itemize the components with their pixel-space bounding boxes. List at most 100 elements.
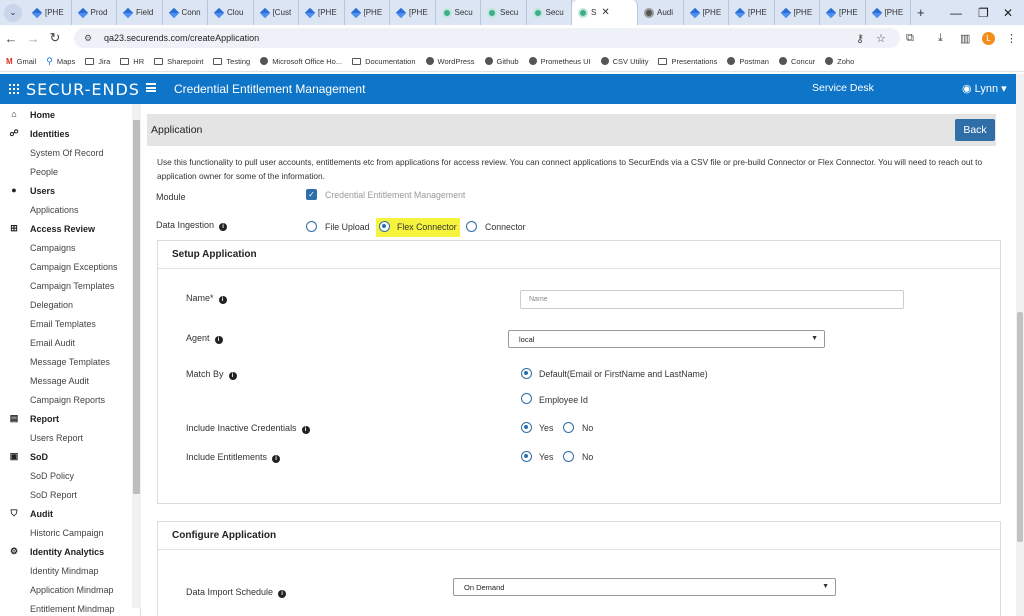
- inactive-no-radio[interactable]: [563, 422, 574, 433]
- module-checkbox[interactable]: ✓: [306, 189, 317, 200]
- sidebar-scroll-thumb[interactable]: [133, 120, 140, 494]
- browser-tab[interactable]: [PHE: [820, 0, 866, 25]
- info-icon[interactable]: i: [218, 296, 227, 304]
- inactive-yes-radio[interactable]: [521, 422, 532, 433]
- address-bar[interactable]: ⚙ qa23.securends.com/createApplication: [74, 28, 900, 48]
- browser-tab[interactable]: [PHE: [26, 0, 72, 25]
- back-arrow-icon[interactable]: ←: [0, 31, 22, 46]
- bookmark-item[interactable]: CSV Utility: [600, 57, 648, 66]
- bookmark-item[interactable]: Jira: [85, 57, 110, 66]
- browser-tab[interactable]: S ✕: [572, 0, 638, 25]
- match-default-radio[interactable]: [521, 368, 532, 379]
- connector-radio[interactable]: [466, 221, 477, 232]
- schedule-select[interactable]: On Demand ▼: [453, 578, 836, 596]
- sidebar-item-campaign-reports[interactable]: Campaign Reports: [0, 390, 140, 409]
- sidebar-item-system-of-record[interactable]: System Of Record: [0, 143, 140, 162]
- sidebar-item-applications[interactable]: Applications: [0, 200, 140, 219]
- bookmark-item[interactable]: Testing: [213, 57, 250, 66]
- browser-tab[interactable]: Field: [117, 0, 163, 25]
- browser-tab[interactable]: [PHE: [866, 0, 911, 25]
- info-icon[interactable]: i: [272, 455, 281, 463]
- sidebar-item-application-mindmap[interactable]: Application Mindmap: [0, 580, 140, 599]
- browser-tab[interactable]: Secu: [436, 0, 481, 25]
- browser-tab[interactable]: [Cust: [254, 0, 299, 25]
- browser-tab[interactable]: Prod: [72, 0, 117, 25]
- sidebar-item-identity-mindmap[interactable]: Identity Mindmap: [0, 561, 140, 580]
- side-panel-icon[interactable]: ▥: [960, 25, 970, 51]
- bookmark-item[interactable]: M Gmail: [6, 57, 36, 66]
- info-icon[interactable]: i: [214, 336, 223, 344]
- bookmark-item[interactable]: Presentations: [658, 57, 717, 66]
- browser-tab[interactable]: [PHE: [775, 0, 820, 25]
- browser-tab[interactable]: [PHE: [299, 0, 345, 25]
- sidebar-item-campaign-templates[interactable]: Campaign Templates: [0, 276, 140, 295]
- close-tab-icon[interactable]: ✕: [601, 7, 609, 18]
- agent-select[interactable]: local ▼: [508, 330, 825, 348]
- file-upload-radio[interactable]: [306, 221, 317, 232]
- browser-menu-icon[interactable]: ⋮: [1006, 25, 1017, 51]
- close-window-icon[interactable]: ✕: [1003, 0, 1013, 25]
- sidebar-item-message-templates[interactable]: Message Templates: [0, 352, 140, 371]
- browser-tab[interactable]: [PHE: [729, 0, 775, 25]
- browser-tab[interactable]: [PHE: [345, 0, 390, 25]
- sidebar-item-message-audit[interactable]: Message Audit: [0, 371, 140, 390]
- match-employee-id-radio[interactable]: [521, 393, 532, 404]
- new-tab-button[interactable]: +: [917, 5, 925, 20]
- bookmark-item[interactable]: Postman: [727, 57, 769, 66]
- sidebar-item-access-review[interactable]: ⊞ Access Review: [0, 219, 140, 238]
- sidebar-item-delegation[interactable]: Delegation: [0, 295, 140, 314]
- browser-tab[interactable]: Clou: [208, 0, 254, 25]
- sidebar-item-sod[interactable]: ▣ SoD: [0, 447, 140, 466]
- bookmark-item[interactable]: Sharepoint: [154, 57, 203, 66]
- user-menu[interactable]: ◉ Lynn ▾: [962, 82, 1007, 95]
- bookmark-item[interactable]: Microsoft Office Ho...: [260, 57, 342, 66]
- forward-arrow-icon[interactable]: →: [22, 31, 44, 46]
- flex-connector-radio[interactable]: [379, 221, 390, 232]
- reload-icon[interactable]: ↻: [44, 30, 66, 46]
- info-icon[interactable]: i: [219, 223, 228, 231]
- browser-tab[interactable]: Secu: [481, 0, 527, 25]
- browser-tab[interactable]: [PHE: [684, 0, 729, 25]
- bookmark-item[interactable]: Concur: [778, 57, 815, 66]
- sidebar-item-entitlement-mindmap[interactable]: Entitlement Mindmap: [0, 599, 140, 616]
- entitlements-no-radio[interactable]: [563, 451, 574, 462]
- extensions-icon[interactable]: ⧉: [906, 25, 914, 51]
- bookmark-item[interactable]: Github: [484, 57, 519, 66]
- app-grid-icon[interactable]: [9, 84, 19, 94]
- bookmark-item[interactable]: Documentation: [352, 57, 416, 66]
- sidebar-item-identities[interactable]: ☍ Identities: [0, 124, 140, 143]
- bookmark-item[interactable]: Prometheus UI: [528, 57, 591, 66]
- sidebar-item-people[interactable]: People: [0, 162, 140, 181]
- name-input[interactable]: Name: [520, 290, 904, 309]
- bookmark-item[interactable]: ⚲ Maps: [46, 56, 75, 67]
- info-icon[interactable]: i: [278, 590, 287, 598]
- sidebar-item-email-templates[interactable]: Email Templates: [0, 314, 140, 333]
- site-settings-icon[interactable]: ⚙: [84, 33, 96, 44]
- bookmark-item[interactable]: HR: [120, 57, 144, 66]
- sidebar-item-sod-report[interactable]: SoD Report: [0, 485, 140, 504]
- sidebar-item-identity-analytics[interactable]: ⚙ Identity Analytics: [0, 542, 140, 561]
- sidebar-item-home[interactable]: ⌂ Home: [0, 105, 140, 124]
- download-icon[interactable]: ⤓: [938, 25, 943, 51]
- sidebar-item-email-audit[interactable]: Email Audit: [0, 333, 140, 352]
- bookmark-star-icon[interactable]: ☆: [876, 25, 886, 51]
- browser-tab[interactable]: Secu: [527, 0, 572, 25]
- main-scroll-thumb[interactable]: [1017, 312, 1023, 542]
- entitlements-yes-radio[interactable]: [521, 451, 532, 462]
- sidebar-item-users-report[interactable]: Users Report: [0, 428, 140, 447]
- profile-avatar[interactable]: L: [982, 31, 995, 45]
- browser-tab[interactable]: Audi: [638, 0, 684, 25]
- browser-tab[interactable]: Conn: [163, 0, 208, 25]
- hamburger-menu-icon[interactable]: [146, 83, 156, 92]
- info-icon[interactable]: i: [301, 426, 310, 434]
- browser-tab[interactable]: [PHE: [390, 0, 436, 25]
- tab-search-icon[interactable]: ⌄: [4, 3, 22, 22]
- sidebar-item-users[interactable]: ● Users: [0, 181, 140, 200]
- service-desk-link[interactable]: Service Desk: [812, 82, 874, 94]
- bookmark-item[interactable]: Zoho: [825, 57, 854, 66]
- sidebar-item-report[interactable]: ▤ Report: [0, 409, 140, 428]
- info-icon[interactable]: i: [228, 372, 237, 380]
- sidebar-item-campaigns[interactable]: Campaigns: [0, 238, 140, 257]
- sidebar-item-campaign-exceptions[interactable]: Campaign Exceptions: [0, 257, 140, 276]
- bookmark-item[interactable]: WordPress: [425, 57, 475, 66]
